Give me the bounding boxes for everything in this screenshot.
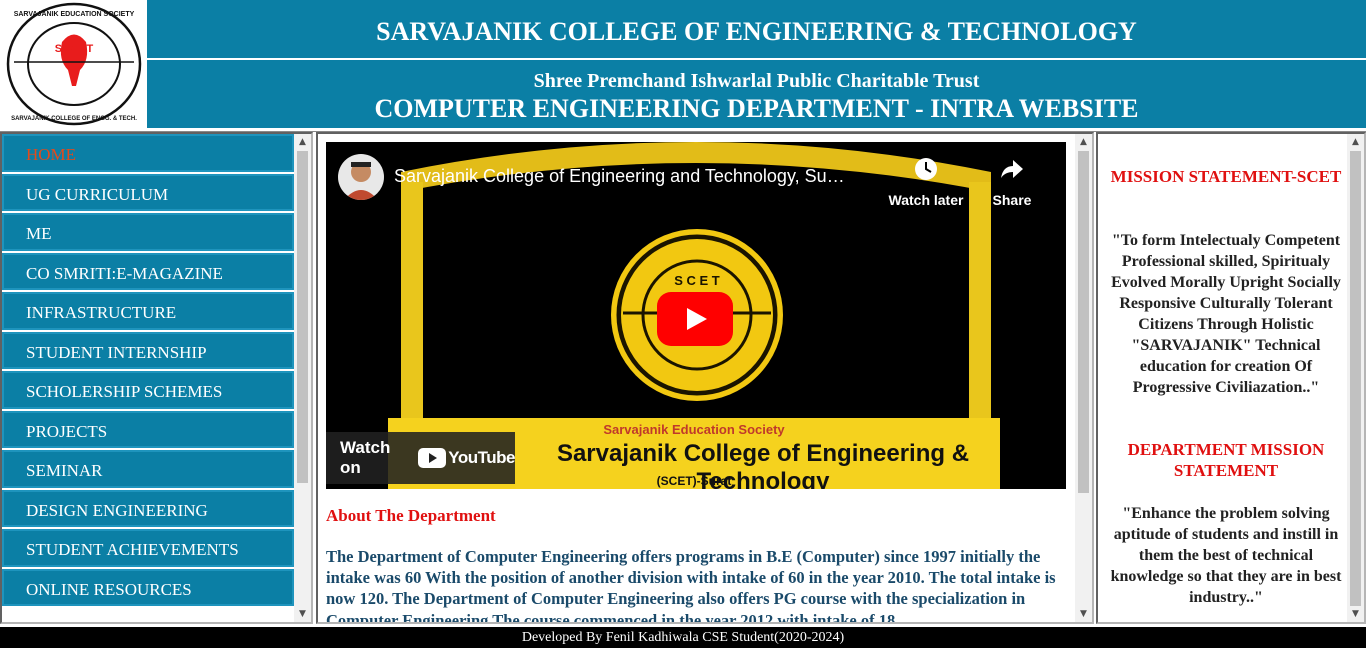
nav-item-design-engineering[interactable]: DESIGN ENGINEERING — [2, 489, 294, 527]
watch-later-label: Watch later — [888, 192, 964, 208]
scroll-up-arrow-icon[interactable]: ▲ — [1075, 134, 1092, 150]
right-scrollbar[interactable]: ▲ ▼ — [1347, 134, 1364, 622]
youtube-logo-icon — [418, 448, 447, 468]
center-scrollbar[interactable]: ▲ ▼ — [1075, 134, 1092, 622]
scroll-down-arrow-icon[interactable]: ▼ — [1347, 606, 1364, 622]
scroll-thumb[interactable] — [1350, 151, 1361, 606]
sidebar-nav: HOME UG CURRICULUM ME CO SMRITI:E-MAGAZI… — [2, 134, 294, 608]
channel-avatar[interactable] — [338, 154, 384, 200]
mission-heading: MISSION STATEMENT-SCET — [1110, 167, 1342, 186]
video-title[interactable]: Sarvajanik College of Engineering and Te… — [394, 166, 884, 187]
svg-text:S C E T: S C E T — [55, 43, 94, 55]
clock-icon — [915, 158, 937, 180]
share-button[interactable]: Share — [986, 156, 1038, 208]
youtube-logo: YouTube — [418, 448, 515, 468]
nav-item-student-internship[interactable]: STUDENT INTERNSHIP — [2, 331, 294, 369]
college-name: SARVAJANIK COLLEGE OF ENGINEERING & TECH… — [147, 0, 1366, 60]
nav-item-home[interactable]: HOME — [2, 134, 294, 172]
trust-name: Shree Premchand Ishwarlal Public Charita… — [533, 70, 980, 92]
about-paragraph: The Department of Computer Engineering o… — [326, 547, 1056, 624]
about-heading: About The Department — [326, 506, 496, 525]
dept-mission-heading: DEPARTMENT MISSION STATEMENT — [1127, 440, 1325, 480]
scroll-thumb[interactable] — [297, 151, 308, 483]
right-mission-frame: MISSION STATEMENT-SCET "To form Intelect… — [1096, 132, 1366, 624]
scroll-up-arrow-icon[interactable]: ▲ — [294, 134, 311, 150]
share-arrow-icon — [1001, 160, 1023, 178]
svg-text:SARVAJANIK COLLEGE OF ENGG. &: SARVAJANIK COLLEGE OF ENGG. & TECH. — [11, 116, 137, 122]
scroll-down-arrow-icon[interactable]: ▼ — [294, 606, 311, 622]
nav-item-seminar[interactable]: SEMINAR — [2, 450, 294, 488]
main-content-frame: S C E T Sarvajanik Education Society Sar… — [316, 132, 1094, 624]
scroll-up-arrow-icon[interactable]: ▲ — [1347, 134, 1364, 150]
left-scrollbar[interactable]: ▲ ▼ — [294, 134, 311, 622]
watch-later-button[interactable]: Watch later — [883, 156, 969, 208]
youtube-wordmark: YouTube — [448, 448, 515, 467]
nav-item-ug-curriculum[interactable]: UG CURRICULUM — [2, 173, 294, 211]
youtube-video-embed[interactable]: S C E T Sarvajanik Education Society Sar… — [326, 142, 1066, 489]
scroll-down-arrow-icon[interactable]: ▼ — [1075, 606, 1092, 622]
footer-credit: Developed By Fenil Kadhiwala CSE Student… — [0, 627, 1366, 648]
left-nav-frame: HOME UG CURRICULUM ME CO SMRITI:E-MAGAZI… — [0, 132, 313, 624]
svg-text:SARVAJANIK EDUCATION SOCIETY: SARVAJANIK EDUCATION SOCIETY — [14, 11, 135, 18]
nav-item-scholership-schemes[interactable]: SCHOLERSHIP SCHEMES — [2, 371, 294, 409]
mission-text: "To form Intelectualy Competent Professi… — [1111, 232, 1341, 396]
nav-item-online-resources[interactable]: ONLINE RESOURCES — [2, 568, 294, 606]
watch-on-label: Watch on — [340, 438, 391, 477]
department-title: COMPUTER ENGINEERING DEPARTMENT - INTRA … — [374, 94, 1139, 123]
nav-item-student-achievements[interactable]: STUDENT ACHIEVEMENTS — [2, 529, 294, 567]
nav-item-me[interactable]: ME — [2, 213, 294, 251]
site-header: S C E T SARVAJANIK EDUCATION SOCIETY SAR… — [0, 0, 1366, 128]
nav-item-infrastructure[interactable]: INFRASTRUCTURE — [2, 292, 294, 330]
nav-item-co-smriti[interactable]: CO SMRITI:E-MAGAZINE — [2, 252, 294, 290]
watch-on-youtube-button[interactable]: Watch on YouTube — [326, 432, 515, 484]
nav-item-projects[interactable]: PROJECTS — [2, 410, 294, 448]
scroll-thumb[interactable] — [1078, 151, 1089, 493]
share-label: Share — [992, 192, 1032, 208]
college-logo[interactable]: S C E T SARVAJANIK EDUCATION SOCIETY SAR… — [0, 0, 147, 128]
person-avatar-icon — [344, 162, 378, 200]
scet-emblem-icon: S C E T SARVAJANIK EDUCATION SOCIETY SAR… — [6, 2, 142, 126]
play-button-icon[interactable] — [657, 292, 733, 346]
svg-text:S C E T: S C E T — [674, 273, 720, 288]
dept-mission-text: "Enhance the problem solving aptitude of… — [1110, 505, 1342, 606]
